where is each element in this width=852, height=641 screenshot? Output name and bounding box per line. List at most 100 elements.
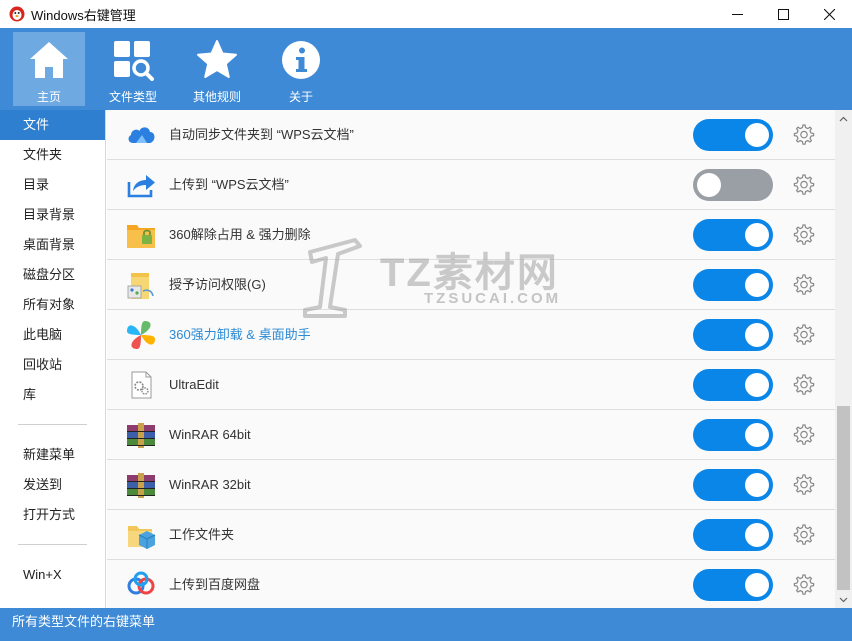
enable-toggle[interactable] xyxy=(693,269,773,301)
sidebar: 文件 文件夹 目录 目录背景 桌面背景 磁盘分区 所有对象 此电脑 回收站 库 … xyxy=(0,110,106,608)
list-item: 上传到 “WPS云文档” xyxy=(107,160,835,210)
enable-toggle[interactable] xyxy=(693,319,773,351)
toggle-knob xyxy=(745,573,769,597)
colorful-flower-icon xyxy=(127,321,155,349)
sidebar-item-directory-background[interactable]: 目录背景 xyxy=(0,200,105,230)
baidu-cloud-icon xyxy=(127,571,155,595)
gear-icon[interactable] xyxy=(793,474,815,496)
list-item-label: WinRAR 64bit xyxy=(169,427,251,442)
cloud-icon xyxy=(128,127,155,143)
folder-lock-icon xyxy=(127,225,155,248)
toggle-knob xyxy=(745,423,769,447)
list-item: WinRAR 32bit xyxy=(107,460,835,510)
list-item: 工作文件夹 xyxy=(107,510,835,560)
tab-home[interactable]: 主页 xyxy=(13,32,85,106)
list-item: 授予访问权限(G) xyxy=(107,260,835,310)
enable-toggle[interactable] xyxy=(693,419,773,451)
list-item-label: 授予访问权限(G) xyxy=(169,277,266,292)
sidebar-item-open-with[interactable]: 打开方式 xyxy=(0,500,105,530)
tab-file-types-label: 文件类型 xyxy=(108,90,157,104)
tab-home-label: 主页 xyxy=(36,90,61,104)
scrollbar-thumb[interactable] xyxy=(837,406,850,590)
minimize-button[interactable] xyxy=(714,0,760,28)
list-item: 360解除占用 & 强力删除 xyxy=(107,210,835,260)
star-icon xyxy=(197,40,237,78)
toggle-knob xyxy=(745,223,769,247)
toggle-knob xyxy=(745,123,769,147)
vertical-scrollbar[interactable] xyxy=(835,110,852,608)
document-gear-icon xyxy=(131,371,152,399)
sidebar-item-library[interactable]: 库 xyxy=(0,380,105,410)
list-item: WinRAR 64bit xyxy=(107,410,835,460)
list-item-label: WinRAR 32bit xyxy=(169,477,251,492)
sidebar-item-win-x[interactable]: Win+X xyxy=(0,560,105,590)
list-item-label: 360解除占用 & 强力删除 xyxy=(169,227,311,242)
scroll-up-button[interactable] xyxy=(835,110,852,127)
toggle-knob xyxy=(745,273,769,297)
tab-about[interactable]: 关于 xyxy=(265,32,337,106)
tab-about-label: 关于 xyxy=(288,90,313,104)
list-item-label: 自动同步文件夹到 “WPS云文档” xyxy=(169,127,354,142)
gear-icon[interactable] xyxy=(793,274,815,296)
sidebar-item-folder[interactable]: 文件夹 xyxy=(0,140,105,170)
maximize-button[interactable] xyxy=(760,0,806,28)
close-button[interactable] xyxy=(806,0,852,28)
toggle-knob xyxy=(697,173,721,197)
winrar-books-icon xyxy=(127,473,155,498)
gear-icon[interactable] xyxy=(793,574,815,596)
toggle-knob xyxy=(745,373,769,397)
minimize-icon xyxy=(731,13,743,15)
enable-toggle[interactable] xyxy=(693,369,773,401)
chevron-up-icon xyxy=(839,116,848,121)
gear-icon[interactable] xyxy=(793,224,815,246)
sidebar-divider xyxy=(18,544,87,545)
sidebar-item-disk-partition[interactable]: 磁盘分区 xyxy=(0,260,105,290)
sidebar-item-file[interactable]: 文件 xyxy=(0,110,105,140)
gear-icon[interactable] xyxy=(793,424,815,446)
sidebar-item-directory[interactable]: 目录 xyxy=(0,170,105,200)
sidebar-item-recycle-bin[interactable]: 回收站 xyxy=(0,350,105,380)
info-icon xyxy=(282,41,320,79)
close-icon xyxy=(823,8,835,20)
enable-toggle[interactable] xyxy=(693,519,773,551)
sidebar-item-all-objects[interactable]: 所有对象 xyxy=(0,290,105,320)
menu-item-list: 自动同步文件夹到 “WPS云文档” 上传到 “WPS云文档” 360解除占用 &… xyxy=(107,110,835,608)
list-item-label: 上传到 “WPS云文档” xyxy=(169,177,289,192)
sidebar-item-desktop-background[interactable]: 桌面背景 xyxy=(0,230,105,260)
scroll-down-button[interactable] xyxy=(835,591,852,608)
sidebar-item-send-to[interactable]: 发送到 xyxy=(0,470,105,500)
gear-icon[interactable] xyxy=(793,124,815,146)
gear-icon[interactable] xyxy=(793,174,815,196)
enable-toggle[interactable] xyxy=(693,569,773,601)
enable-toggle[interactable] xyxy=(693,119,773,151)
gear-icon[interactable] xyxy=(793,324,815,346)
list-item-label: UltraEdit xyxy=(169,377,219,392)
status-text: 所有类型文件的右键菜单 xyxy=(12,614,156,629)
window-title: Windows右键管理 xyxy=(31,7,136,23)
sidebar-item-this-pc[interactable]: 此电脑 xyxy=(0,320,105,350)
window-controls xyxy=(714,0,852,28)
list-item: 360强力卸载 & 桌面助手 xyxy=(107,310,835,360)
list-item-label: 工作文件夹 xyxy=(169,527,235,542)
list-item: 自动同步文件夹到 “WPS云文档” xyxy=(107,110,835,160)
winrar-books-icon xyxy=(127,423,155,448)
enable-toggle[interactable] xyxy=(693,169,773,201)
list-item-label: 360强力卸载 & 桌面助手 xyxy=(169,327,311,342)
share-arrow-icon xyxy=(127,175,155,198)
enable-toggle[interactable] xyxy=(693,219,773,251)
work-folder-icon xyxy=(128,526,156,549)
home-icon xyxy=(30,42,68,78)
sidebar-item-new-menu[interactable]: 新建菜单 xyxy=(0,440,105,470)
sidebar-divider xyxy=(18,424,87,425)
enable-toggle[interactable] xyxy=(693,469,773,501)
main-toolbar: 主页 文件类型 其他规则 关于 xyxy=(0,28,852,110)
chevron-down-icon xyxy=(839,597,848,602)
gear-icon[interactable] xyxy=(793,374,815,396)
tab-file-types[interactable]: 文件类型 xyxy=(97,32,169,106)
tab-other-rules[interactable]: 其他规则 xyxy=(181,32,253,106)
toggle-knob xyxy=(745,473,769,497)
status-bar: 所有类型文件的右键菜单 xyxy=(0,608,852,641)
list-item-label: 上传到百度网盘 xyxy=(169,577,261,592)
gear-icon[interactable] xyxy=(793,524,815,546)
grid-search-icon xyxy=(114,41,154,81)
